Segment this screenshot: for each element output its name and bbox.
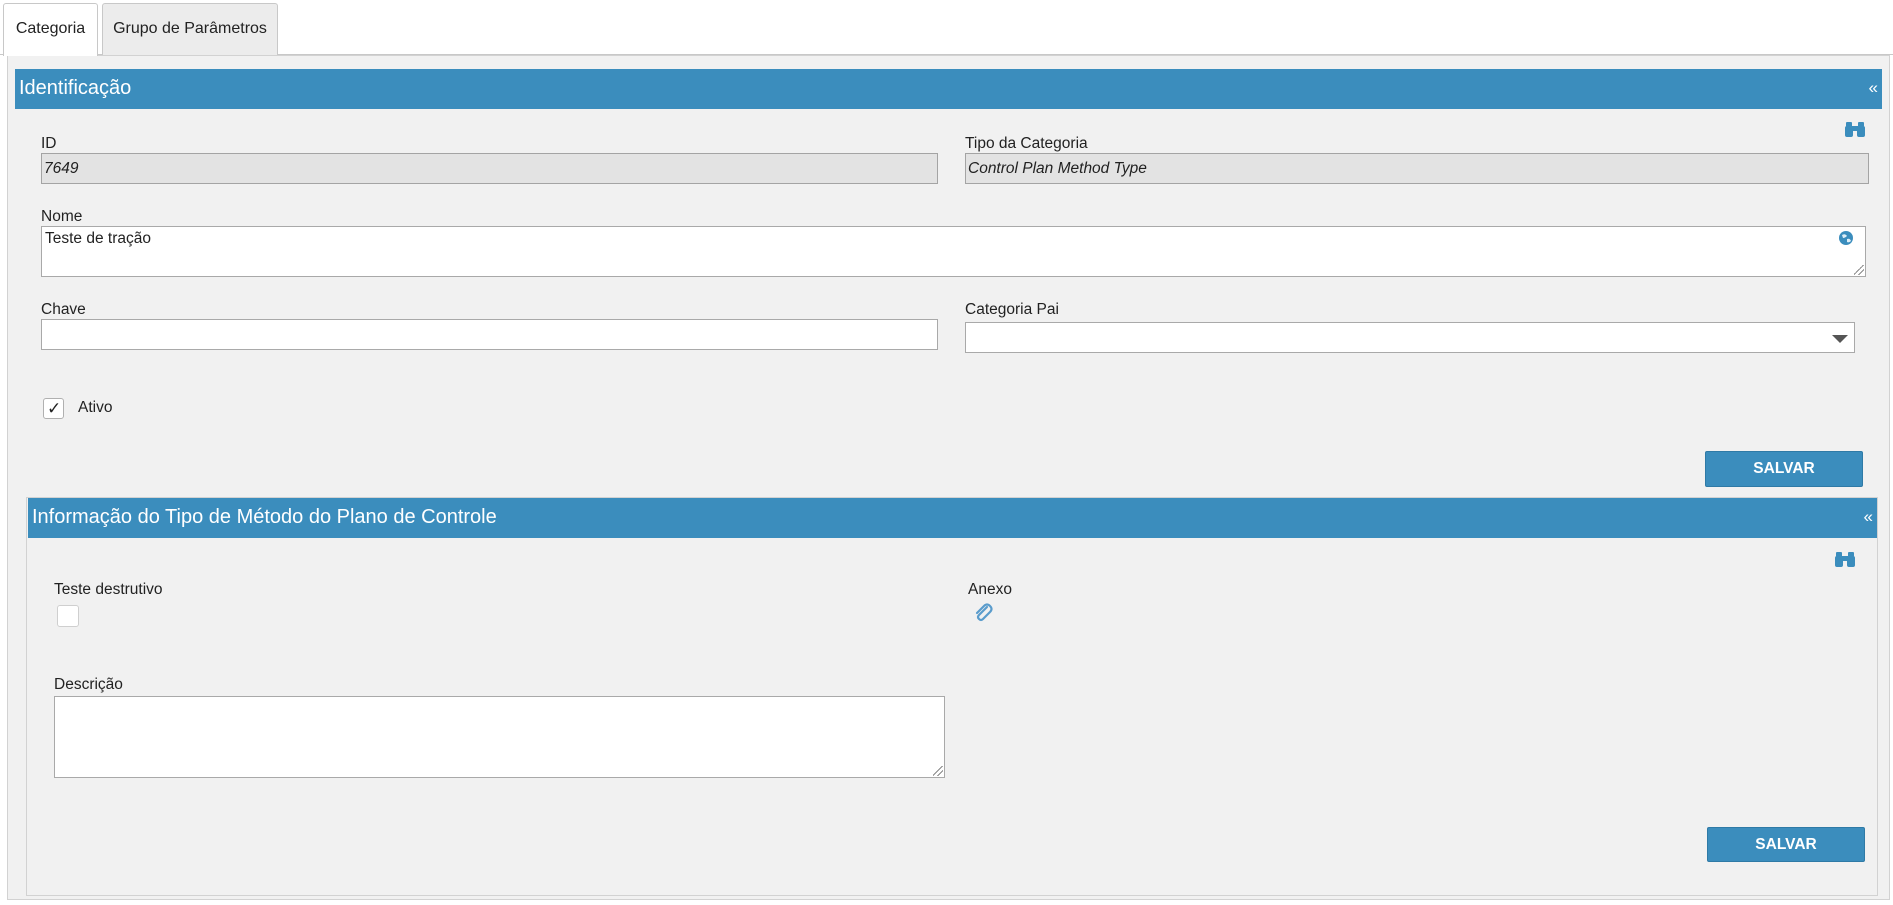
ativo-checkbox[interactable]: ✓ (43, 398, 64, 419)
categoria-pai-label: Categoria Pai (965, 301, 1059, 318)
save-button[interactable]: SALVAR (1707, 827, 1865, 862)
checkmark-icon: ✓ (47, 399, 62, 418)
descricao-label: Descrição (54, 676, 123, 693)
id-label: ID (41, 135, 57, 152)
nome-value: Teste de tração (45, 230, 151, 247)
teste-destrutivo-label: Teste destrutivo (54, 581, 163, 598)
tipo-categoria-label: Tipo da Categoria (965, 135, 1088, 152)
nome-label: Nome (41, 208, 83, 225)
content-panel: Identificação « ID 7649 Tipo da Categori… (7, 55, 1890, 900)
paperclip-icon[interactable] (971, 602, 995, 626)
identificacao-title: Identificação (19, 77, 132, 99)
tab-categoria[interactable]: Categoria (3, 3, 98, 56)
tab-grupo-de-parametros[interactable]: Grupo de Parâmetros (102, 3, 278, 55)
identificacao-header[interactable]: Identificação « (15, 69, 1882, 109)
chave-input[interactable] (41, 319, 938, 350)
id-field: 7649 (41, 153, 938, 184)
binoculars-icon[interactable] (1844, 120, 1866, 138)
teste-destrutivo-checkbox[interactable] (57, 605, 79, 627)
resize-grip[interactable] (933, 766, 943, 776)
categoria-pai-select[interactable] (965, 322, 1855, 353)
descricao-field[interactable] (54, 696, 945, 778)
informacao-header[interactable]: Informação do Tipo de Método do Plano de… (28, 498, 1877, 538)
save-button[interactable]: SALVAR (1705, 451, 1863, 487)
tipo-categoria-field: Control Plan Method Type (965, 153, 1869, 184)
ativo-label: Ativo (78, 399, 113, 416)
anexo-label: Anexo (968, 581, 1012, 598)
chave-label: Chave (41, 301, 86, 318)
binoculars-icon[interactable] (1834, 550, 1856, 568)
informacao-title: Informação do Tipo de Método do Plano de… (32, 506, 497, 528)
collapse-icon[interactable]: « (1869, 69, 1878, 107)
tab-bar: Categoria Grupo de Parâmetros (0, 0, 1893, 56)
collapse-icon[interactable]: « (1864, 498, 1873, 536)
globe-icon[interactable] (1838, 230, 1854, 246)
nome-field[interactable]: Teste de tração (41, 226, 1866, 277)
resize-grip[interactable] (1854, 265, 1864, 275)
chevron-down-icon[interactable] (1832, 335, 1848, 343)
